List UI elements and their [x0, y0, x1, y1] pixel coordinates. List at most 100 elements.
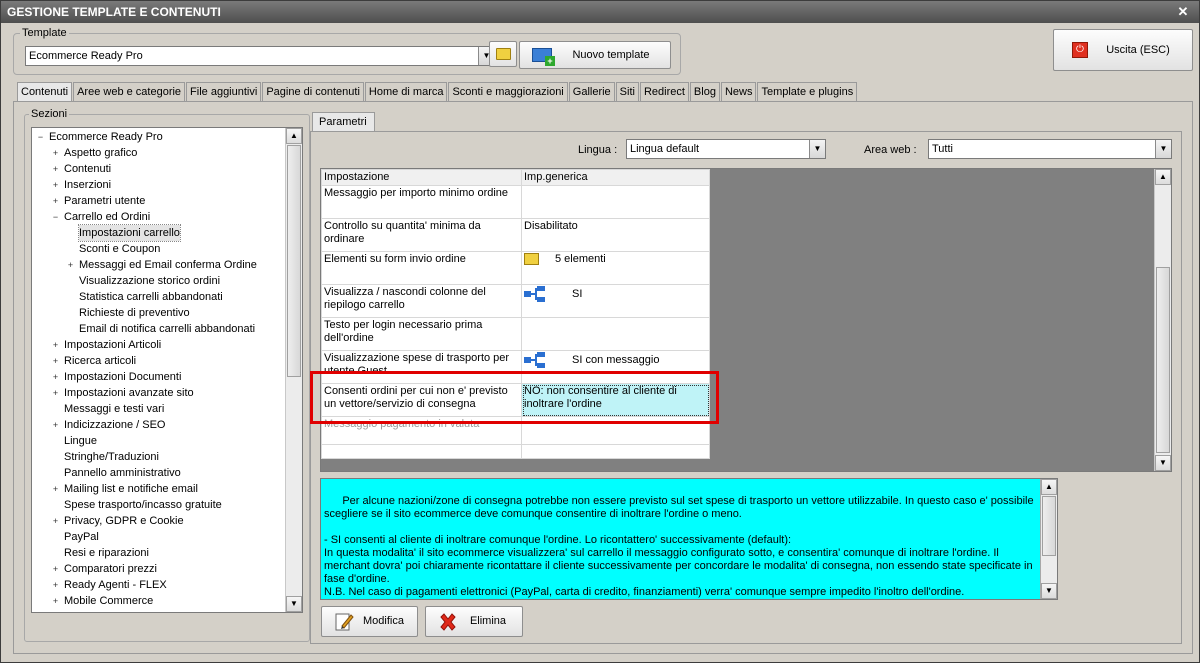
collapse-icon[interactable]: −: [51, 213, 60, 222]
tree-item[interactable]: Richieste di preventivo: [34, 305, 284, 321]
tab-home-di-marca[interactable]: Home di marca: [364, 82, 448, 102]
tab-parametri[interactable]: Parametri: [312, 112, 375, 132]
chevron-down-icon[interactable]: ▼: [809, 140, 825, 158]
delete-button[interactable]: Elimina: [425, 606, 523, 637]
grid-scrollbar[interactable]: ▲ ▼: [1154, 169, 1171, 471]
scroll-up-icon[interactable]: ▲: [1155, 169, 1171, 185]
tree-item[interactable]: + Impostazioni avanzate sito: [34, 385, 284, 401]
tab-siti[interactable]: Siti: [615, 82, 639, 102]
tree-item[interactable]: + Impostazioni Documenti: [34, 369, 284, 385]
scroll-down-icon[interactable]: ▼: [1041, 583, 1057, 599]
tree-item[interactable]: Resi e riparazioni: [34, 545, 284, 561]
tree-item[interactable]: Stringhe/Traduzioni: [34, 449, 284, 465]
scroll-up-icon[interactable]: ▲: [286, 128, 302, 144]
expand-icon[interactable]: +: [51, 165, 60, 174]
tree-item[interactable]: + Contenuti: [34, 161, 284, 177]
tree-item[interactable]: PayPal: [34, 529, 284, 545]
expand-icon[interactable]: +: [51, 357, 60, 366]
tree-item[interactable]: Sconti e Coupon: [34, 241, 284, 257]
setting-value[interactable]: [521, 185, 710, 219]
tab-template-e-plugins[interactable]: Template e plugins: [757, 82, 858, 102]
tree-item[interactable]: Visualizzazione storico ordini: [34, 273, 284, 289]
modify-button[interactable]: Modifica: [321, 606, 418, 637]
setting-name[interactable]: Messaggio per importo minimo ordine: [321, 185, 522, 219]
setting-name[interactable]: Testo per login necessario prima dell'or…: [321, 317, 522, 351]
tree-item[interactable]: Pannello amministrativo: [34, 465, 284, 481]
sections-tree[interactable]: − Ecommerce Ready Pro + Aspetto grafico + Con…: [31, 127, 303, 613]
tab-aree-web-e-categorie[interactable]: Aree web e categorie: [73, 82, 186, 102]
description-scrollbar[interactable]: ▲ ▼: [1040, 479, 1057, 599]
tab-redirect[interactable]: Redirect: [639, 82, 689, 102]
folder-icon[interactable]: [524, 253, 539, 266]
setting-name[interactable]: Visualizza / nascondi colonne del riepil…: [321, 284, 522, 318]
tree-item[interactable]: Email di notifica carrelli abbandonati: [34, 321, 284, 337]
expand-icon[interactable]: +: [51, 485, 60, 494]
expand-icon[interactable]: +: [51, 581, 60, 590]
tree-item[interactable]: Messaggi e testi vari: [34, 401, 284, 417]
collapse-icon[interactable]: −: [36, 133, 45, 142]
tree-item[interactable]: + Ricerca articoli: [34, 353, 284, 369]
expand-icon[interactable]: +: [51, 421, 60, 430]
scroll-down-icon[interactable]: ▼: [286, 596, 302, 612]
expand-icon[interactable]: +: [51, 389, 60, 398]
expand-icon[interactable]: +: [51, 149, 60, 158]
tab-contenuti[interactable]: Contenuti: [17, 82, 73, 103]
scroll-up-icon[interactable]: ▲: [1041, 479, 1057, 495]
tree-item[interactable]: + Mobile Commerce: [34, 593, 284, 609]
hierarchy-icon[interactable]: [524, 352, 546, 368]
template-select[interactable]: Ecommerce Ready Pro ▼: [25, 46, 495, 66]
expand-icon[interactable]: +: [66, 261, 75, 270]
exit-button[interactable]: ⏻ Uscita (ESC): [1053, 29, 1193, 71]
setting-name[interactable]: Elementi su form invio ordine: [321, 251, 522, 285]
expand-icon[interactable]: +: [51, 197, 60, 206]
close-icon[interactable]: ✕: [1175, 4, 1191, 20]
tree-item[interactable]: + Mailing list e notifiche email: [34, 481, 284, 497]
tree-item[interactable]: + Indicizzazione / SEO: [34, 417, 284, 433]
column-header[interactable]: Imp.generica: [521, 169, 710, 186]
setting-name[interactable]: [321, 444, 522, 459]
setting-value[interactable]: 5 elementi: [521, 251, 710, 285]
lingua-select[interactable]: Lingua default ▼: [626, 139, 826, 159]
setting-value[interactable]: [521, 444, 710, 459]
table-row[interactable]: Testo per login necessario prima dell'or…: [321, 317, 710, 351]
scroll-thumb[interactable]: [1042, 496, 1056, 556]
tab-blog[interactable]: Blog: [689, 82, 720, 102]
tab-news[interactable]: News: [720, 82, 757, 102]
expand-icon[interactable]: +: [51, 373, 60, 382]
area-web-select[interactable]: Tutti ▼: [928, 139, 1172, 159]
hierarchy-icon[interactable]: [524, 286, 546, 302]
scroll-thumb[interactable]: [287, 145, 301, 377]
tree-item[interactable]: + Parametri utente: [34, 193, 284, 209]
scroll-down-icon[interactable]: ▼: [1155, 455, 1171, 471]
table-row[interactable]: [321, 444, 710, 459]
tree-item[interactable]: − Ecommerce Ready Pro: [34, 129, 284, 145]
tree-item[interactable]: Spese trasporto/incasso gratuite: [34, 497, 284, 513]
expand-icon[interactable]: +: [51, 565, 60, 574]
tab-file-aggiuntivi[interactable]: File aggiuntivi: [186, 82, 262, 102]
tree-item[interactable]: + Comparatori prezzi: [34, 561, 284, 577]
settings-grid[interactable]: Impostazione Imp.generica Messaggio per …: [320, 168, 1172, 472]
tree-item[interactable]: + Impostazioni Articoli: [34, 337, 284, 353]
tab-sconti-e-maggiorazioni[interactable]: Sconti e maggiorazioni: [448, 82, 568, 102]
expand-icon[interactable]: +: [51, 517, 60, 526]
table-row[interactable]: Messaggio per importo minimo ordine: [321, 185, 710, 219]
new-template-button[interactable]: + Nuovo template: [519, 41, 671, 69]
setting-value[interactable]: SI: [521, 284, 710, 318]
setting-value[interactable]: Disabilitato: [521, 218, 710, 252]
tree-item[interactable]: Statistica carrelli abbandonati: [34, 289, 284, 305]
setting-value[interactable]: [521, 317, 710, 351]
expand-icon[interactable]: +: [51, 597, 60, 606]
chevron-down-icon[interactable]: ▼: [1155, 140, 1171, 158]
table-row[interactable]: Controllo su quantita' minima da ordinar…: [321, 218, 710, 252]
open-folder-button[interactable]: [489, 41, 517, 67]
tab-pagine-di-contenuti[interactable]: Pagine di contenuti: [262, 82, 364, 102]
tree-item[interactable]: + Messaggi ed Email conferma Ordine: [34, 257, 284, 273]
table-row[interactable]: Elementi su form invio ordine 5 elementi: [321, 251, 710, 285]
expand-icon[interactable]: +: [51, 341, 60, 350]
tree-scrollbar[interactable]: ▲ ▼: [285, 128, 302, 612]
tree-item[interactable]: + Ready Agenti - FLEX: [34, 577, 284, 593]
scroll-thumb[interactable]: [1156, 267, 1170, 453]
tree-item[interactable]: − Carrello ed Ordini: [34, 209, 284, 225]
column-header[interactable]: Impostazione: [321, 169, 522, 186]
tree-item[interactable]: + Inserzioni: [34, 177, 284, 193]
